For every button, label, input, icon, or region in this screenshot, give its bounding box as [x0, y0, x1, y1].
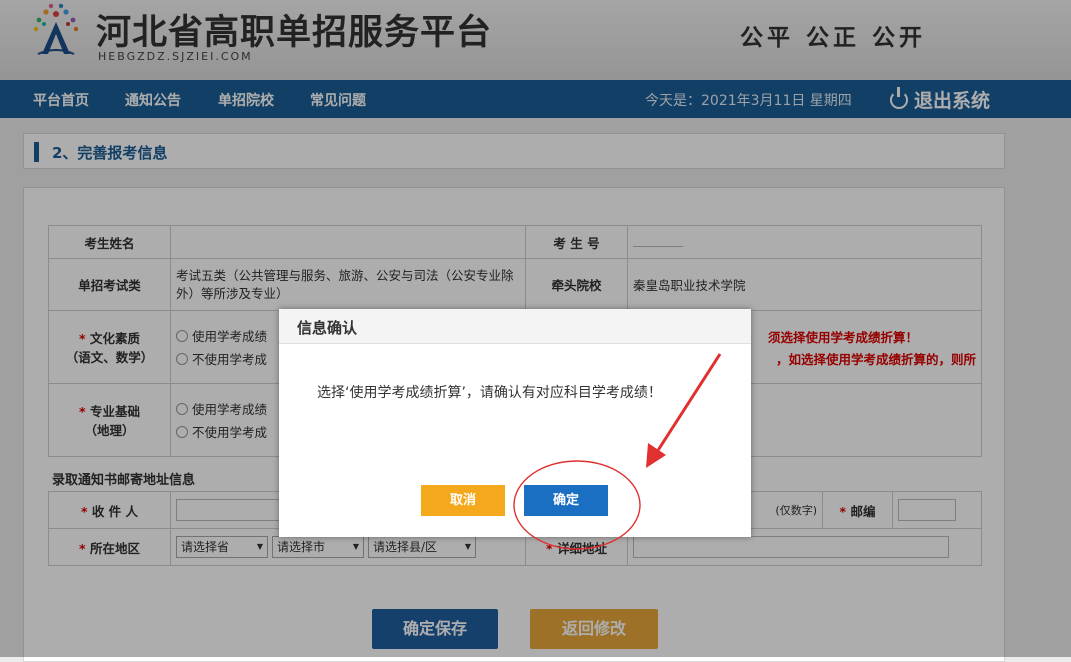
pointer-arrow-line	[653, 353, 722, 456]
pointer-arrow-head	[646, 443, 666, 468]
annotation-overlay	[513, 353, 722, 550]
highlight-circle	[513, 460, 641, 550]
